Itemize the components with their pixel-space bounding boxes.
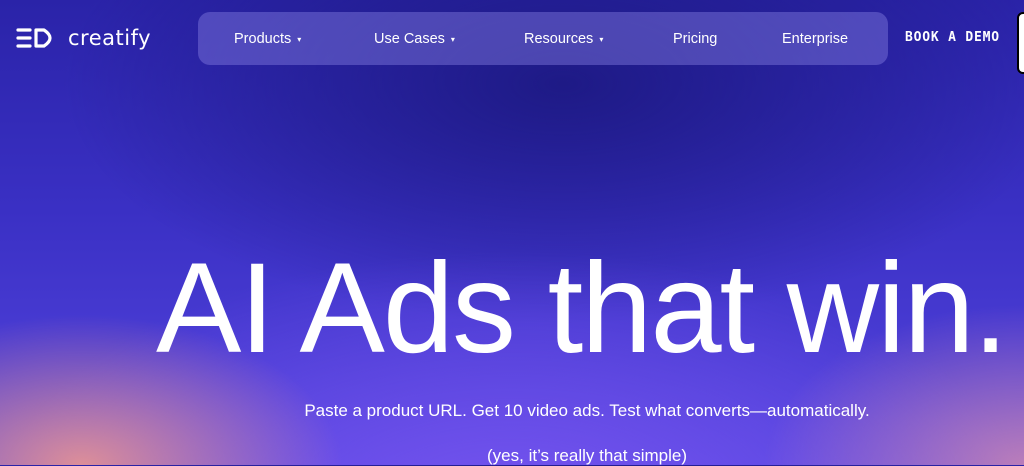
nav-item-label: Resources	[524, 30, 594, 47]
nav-item-label: Enterprise	[782, 30, 849, 47]
hero-title: AI Ads that win.	[156, 237, 1008, 380]
chevron-down-icon: ▾	[450, 35, 455, 44]
edge-button[interactable]	[1017, 12, 1024, 74]
main-nav: Products ▾ Use Cases ▾ Resources ▾ Prici…	[198, 12, 888, 65]
nav-item-label: Use Cases	[374, 30, 445, 47]
nav-item-products[interactable]: Products ▾	[234, 12, 301, 65]
brand-logo[interactable]: creatify	[16, 24, 151, 52]
nav-item-label: Pricing	[673, 30, 718, 47]
nav-item-resources[interactable]: Resources ▾	[524, 12, 603, 65]
nav-item-use-cases[interactable]: Use Cases ▾	[374, 12, 455, 65]
nav-item-pricing[interactable]: Pricing	[673, 12, 717, 65]
hero-subtitle: Paste a product URL. Get 10 video ads. T…	[304, 401, 870, 420]
book-demo-link[interactable]: BOOK A DEMO	[905, 30, 1000, 45]
nav-item-label: Products	[234, 30, 292, 47]
chevron-down-icon: ▾	[297, 35, 302, 44]
hero-note: (yes, it’s really that simple)	[487, 446, 687, 465]
nav-item-enterprise[interactable]: Enterprise	[782, 12, 848, 65]
creatify-logo-icon	[16, 28, 52, 48]
chevron-down-icon: ▾	[599, 35, 604, 44]
brand-name: creatify	[68, 26, 152, 50]
